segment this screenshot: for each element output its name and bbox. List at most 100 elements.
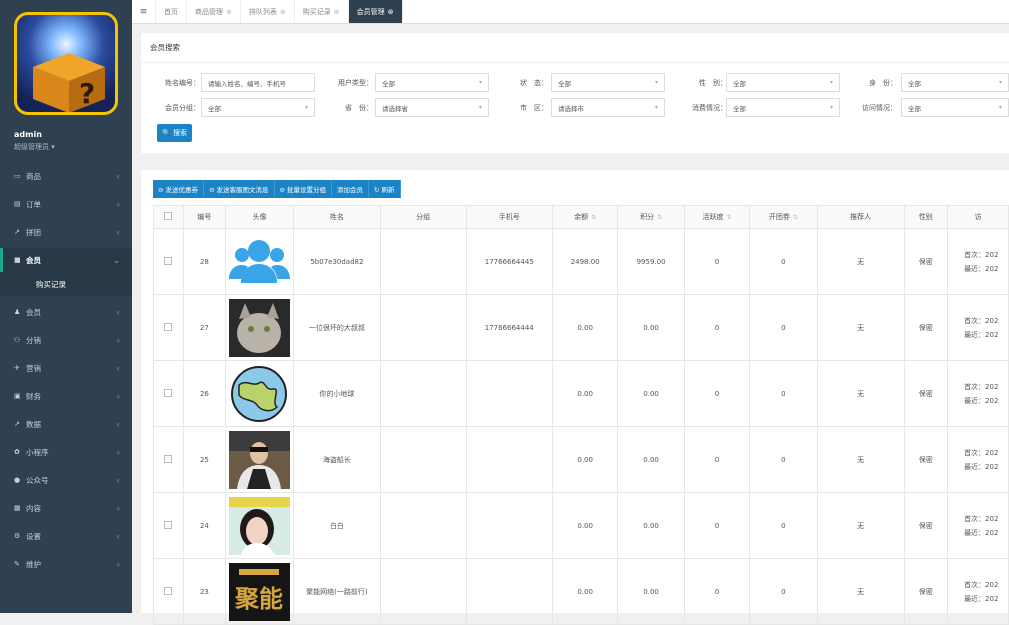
filter-select[interactable]: 全部 ▾ (201, 98, 315, 117)
close-icon[interactable]: ⊗ (280, 8, 286, 16)
table-row[interactable]: 26 你的小地球 0.00 0.00 0 0 无保密 首次：202 最近：202 (153, 360, 1009, 427)
tab-label: 会员管理 (356, 7, 385, 16)
sidebar-item[interactable]: ♟ 会员 ‹ (0, 300, 132, 324)
nav-icon: ▦ (14, 504, 21, 512)
column-header-label: 开团券 (768, 213, 790, 221)
sidebar-item-label: 营销 (26, 363, 41, 373)
filter-select[interactable]: 全部 ▾ (726, 73, 840, 92)
column-header[interactable]: 余额 ⇅ (551, 205, 619, 229)
filter-select[interactable]: 全部 ▾ (551, 73, 665, 92)
row-checkbox[interactable] (164, 322, 173, 331)
menu-toggle-icon[interactable]: ≡ (132, 0, 156, 23)
user-name[interactable]: admin (14, 130, 42, 139)
tab-item[interactable]: 会员管理 ⊗ (348, 0, 403, 23)
coupons-cell: 0 (749, 558, 818, 625)
column-header[interactable]: 开团券 ⇅ (749, 205, 818, 229)
id-cell: 25 (182, 426, 227, 493)
points-cell: 0.00 (617, 360, 685, 427)
sidebar-item[interactable]: ■ 会员 ⌄ (0, 248, 132, 272)
column-header: 性别 (903, 205, 949, 229)
sidebar-item[interactable]: ▣ 财务 ‹ (0, 384, 132, 408)
chevron-down-icon: ▾ (478, 79, 482, 86)
sidebar-item[interactable]: ✎ 维护 ‹ (0, 552, 132, 576)
table-row[interactable]: 27 一位很坏的大叔叔 17766664444 0.00 0.00 0 0 无保密 首次：202… (153, 294, 1009, 361)
search-button[interactable]: 🔍 搜索 (157, 124, 192, 142)
row-checkbox[interactable] (164, 586, 173, 595)
sidebar-item[interactable]: ↗ 数据 ‹ (0, 412, 132, 436)
close-icon[interactable]: ⊗ (334, 8, 340, 16)
field-label: 身 份： (869, 79, 897, 87)
last-visit: 最近：202 (964, 528, 999, 537)
column-header-label: 分组 (416, 213, 431, 221)
sidebar-item[interactable]: ● 公众号 ‹ (0, 468, 132, 492)
name-search-input[interactable]: 请输入姓名、编号、手机号 (201, 73, 315, 92)
field-label: 姓名编号： (165, 79, 200, 87)
tab-item[interactable]: 首页 (156, 0, 187, 23)
toolbar-button[interactable]: ⊖ 发送客服图文消息 (204, 180, 275, 198)
column-header[interactable] (153, 205, 184, 229)
sidebar-item[interactable]: ⚇ 分销 ‹ (0, 328, 132, 352)
toolbar-button[interactable]: ⊖ 批量设置分组 (274, 180, 333, 198)
sort-icon[interactable]: ⇅ (591, 214, 596, 221)
column-header-label: 姓名 (329, 213, 344, 221)
filter-select[interactable]: 请选择市 ▾ (551, 98, 665, 117)
close-icon[interactable]: ⊗ (388, 8, 394, 16)
table-row[interactable]: 24 白白 0.00 0.00 0 0 无保密 首次：202 最近：202 (153, 492, 1009, 559)
tab-item[interactable]: 购买记录 ⊗ (295, 0, 349, 23)
sidebar-item-label: 商品 (26, 171, 41, 181)
filter-select[interactable]: 请选择省 ▾ (375, 98, 489, 117)
table-row[interactable]: 28 5b07e30dad82 17766664445 2498.00 9959.00 0… (153, 228, 1009, 295)
checkbox-cell (153, 426, 184, 493)
sidebar-item[interactable]: ⚙ 设置 ‹ (0, 524, 132, 548)
column-header-label: 推荐人 (850, 213, 872, 221)
visit-cell: 首次：202 最近：202 (947, 558, 1009, 625)
toolbar-button[interactable]: ⊖ 发送优惠券 (153, 180, 205, 198)
id-cell: 28 (182, 228, 227, 295)
row-checkbox[interactable] (164, 256, 173, 265)
member-table: 编号 头像 姓名 分组 手机号 余额 ⇅ 积分 ⇅ 活跃度 ⇅ 开团券 ⇅ 推荐人 性别访 28 5b07e3… (153, 205, 1009, 625)
filter-select[interactable]: 全部 ▾ (726, 98, 840, 117)
sidebar-item[interactable]: ▦ 内容 ‹ (0, 496, 132, 520)
filter-select[interactable]: 全部 ▾ (901, 98, 1009, 117)
sidebar-item[interactable]: ✿ 小程序 ‹ (0, 440, 132, 464)
column-header[interactable]: 活跃度 ⇅ (683, 205, 751, 229)
table-row[interactable]: 25 海盗船长 0.00 0.00 0 0 无保密 首次：202 最近：202 (153, 426, 1009, 493)
sort-icon[interactable]: ⇅ (726, 214, 731, 221)
row-checkbox[interactable] (164, 520, 173, 529)
ref-cell: 无 (816, 492, 905, 559)
filter-select[interactable]: 全部 ▾ (901, 73, 1009, 92)
toolbar-button[interactable]: 添加会员 (332, 180, 370, 198)
sidebar-item-label: 财务 (26, 391, 41, 401)
toolbar-button[interactable]: ↻ 刷新 (369, 180, 401, 198)
filter-select[interactable]: 全部 ▾ (375, 73, 489, 92)
sidebar-item-label: 拼团 (26, 227, 41, 237)
sidebar-item[interactable]: ▤ 订单 ‹ (0, 192, 132, 216)
gender-cell: 保密 (903, 360, 949, 427)
sidebar-item[interactable]: ↗ 拼团 ‹ (0, 220, 132, 244)
sidebar-item[interactable]: ▭ 商品 ‹ (0, 164, 132, 188)
name-cell: 白白 (293, 492, 381, 559)
column-header[interactable]: 积分 ⇅ (617, 205, 685, 229)
close-icon[interactable]: ⊗ (226, 8, 232, 16)
column-header-label: 编号 (197, 213, 212, 221)
active-cell: 0 (683, 360, 751, 427)
column-header: 访 (947, 205, 1009, 229)
svg-text:聚能: 聚能 (234, 585, 283, 613)
sort-icon[interactable]: ⇅ (793, 214, 798, 221)
avatar (229, 496, 291, 555)
user-role[interactable]: 超级管理员 ▾ (14, 142, 55, 152)
field-value: 请选择省 (382, 104, 408, 113)
chevron-left-icon: ‹ (116, 503, 120, 513)
avatar (229, 233, 291, 291)
sidebar-item[interactable]: 购买记录 (0, 272, 132, 296)
tab-item[interactable]: 排队列表 ⊗ (241, 0, 295, 23)
nav-icon: ↗ (14, 228, 20, 236)
sidebar-item[interactable]: ✈ 营销 ‹ (0, 356, 132, 380)
select-all-checkbox[interactable] (164, 212, 173, 220)
svg-text:?: ? (79, 77, 95, 110)
tab-item[interactable]: 商品管理 ⊗ (187, 0, 241, 23)
row-checkbox[interactable] (164, 388, 173, 397)
row-checkbox[interactable] (164, 454, 173, 463)
sort-icon[interactable]: ⇅ (657, 214, 662, 221)
table-row[interactable]: 23 聚能 聚能网络(一路前行) 0.00 0.00 0 0 无保密 首次：202 最近：202 (153, 558, 1009, 625)
